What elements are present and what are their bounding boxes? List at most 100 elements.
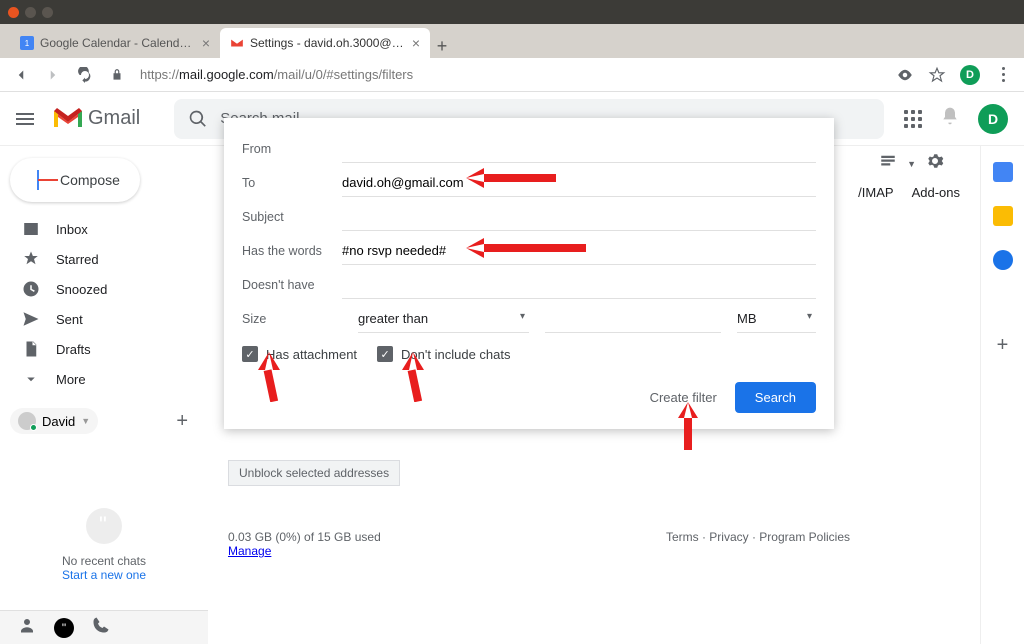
phone-tab-icon[interactable] xyxy=(92,616,110,639)
settings-tab-addons[interactable]: Add-ons xyxy=(912,185,960,200)
terms-link[interactable]: Terms xyxy=(666,530,699,544)
chevron-down-icon: ▼ xyxy=(81,416,90,426)
gmail-m-icon xyxy=(54,108,82,130)
hangouts-empty-state: No recent chats Start a new one xyxy=(0,508,208,582)
contacts-tab-icon[interactable] xyxy=(18,616,36,639)
storage-text: 0.03 GB (0%) of 15 GB used xyxy=(228,530,381,544)
calendar-favicon-icon: 1 xyxy=(20,36,34,50)
forward-button[interactable] xyxy=(44,66,62,84)
nav-label: Sent xyxy=(56,312,83,327)
address-bar[interactable]: https://mail.google.com/mail/u/0/#settin… xyxy=(140,67,882,82)
filter-doesnt-have-label: Doesn't have xyxy=(242,278,342,292)
browser-menu-button[interactable] xyxy=(994,66,1012,84)
footer-links: Terms · Privacy · Program Policies xyxy=(666,530,850,558)
url-domain: mail.google.com xyxy=(179,67,274,82)
main-menu-button[interactable] xyxy=(16,113,34,125)
no-chats-text: No recent chats xyxy=(0,554,208,568)
gmail-logo[interactable]: Gmail xyxy=(54,107,140,130)
google-apps-button[interactable] xyxy=(904,110,922,128)
filter-search-button[interactable]: Search xyxy=(735,382,816,413)
notifications-button[interactable] xyxy=(940,106,960,131)
browser-tab-strip: 1 Google Calendar - Calendar sett × Sett… xyxy=(0,24,1024,58)
footer: 0.03 GB (0%) of 15 GB used Manage Terms … xyxy=(228,530,960,558)
nav-label: Inbox xyxy=(56,222,88,237)
input-tools-dropdown-icon[interactable]: ▼ xyxy=(907,159,916,169)
compose-button[interactable]: Compose xyxy=(10,158,140,202)
create-filter-link[interactable]: Create filter xyxy=(650,390,717,405)
filter-subject-input[interactable] xyxy=(342,203,816,231)
hangouts-user-chip[interactable]: David ▼ xyxy=(10,408,98,434)
sidebar-item-inbox[interactable]: Inbox xyxy=(0,214,208,244)
tab-title: Google Calendar - Calendar sett xyxy=(40,36,196,50)
hangouts-footer: " xyxy=(0,610,208,644)
filter-subject-label: Subject xyxy=(242,210,342,224)
filter-doesnt-have-input[interactable] xyxy=(342,271,816,299)
chat-bubble-icon xyxy=(86,508,122,544)
sidebar-item-snoozed[interactable]: Snoozed xyxy=(0,274,208,304)
filter-has-words-input[interactable] xyxy=(342,237,816,265)
chats-tab-icon[interactable]: " xyxy=(54,618,74,638)
filter-has-words-label: Has the words xyxy=(242,244,342,258)
input-tools-button[interactable] xyxy=(879,152,897,175)
user-name: David xyxy=(42,414,75,429)
lock-icon xyxy=(108,66,126,84)
sidebar-item-drafts[interactable]: Drafts xyxy=(0,334,208,364)
filter-size-operator-select[interactable]: greater than xyxy=(358,305,529,333)
checkbox-label: Don't include chats xyxy=(401,347,510,362)
filter-size-value-input[interactable] xyxy=(545,305,721,333)
nav-label: Starred xyxy=(56,252,99,267)
unblock-addresses-button[interactable]: Unblock selected addresses xyxy=(228,460,400,486)
window-minimize-button[interactable] xyxy=(25,7,36,18)
start-chat-link[interactable]: Start a new one xyxy=(0,568,208,582)
addons-plus-icon[interactable]: + xyxy=(997,334,1009,357)
url-scheme: https:// xyxy=(140,67,179,82)
eye-icon[interactable] xyxy=(896,66,914,84)
nav-label: More xyxy=(56,372,86,387)
browser-tab-gmail-settings[interactable]: Settings - david.oh.3000@gma × xyxy=(220,28,430,58)
gmail-favicon-icon xyxy=(230,36,244,50)
account-avatar[interactable]: D xyxy=(978,104,1008,134)
dont-include-chats-checkbox[interactable]: Don't include chats xyxy=(377,346,510,362)
bookmark-star-icon[interactable] xyxy=(928,66,946,84)
tab-close-icon[interactable]: × xyxy=(202,35,210,51)
filter-to-input[interactable] xyxy=(342,169,816,197)
filter-size-label: Size xyxy=(242,312,342,326)
keep-addon-icon[interactable] xyxy=(993,206,1013,226)
sidebar-item-more[interactable]: More xyxy=(0,364,208,394)
profile-avatar[interactable]: D xyxy=(960,65,980,85)
filter-to-label: To xyxy=(242,176,342,190)
sidebar-item-starred[interactable]: Starred xyxy=(0,244,208,274)
tasks-addon-icon[interactable] xyxy=(993,250,1013,270)
search-icon xyxy=(188,109,208,129)
compose-label: Compose xyxy=(60,172,120,188)
checkbox-checked-icon xyxy=(242,346,258,362)
tab-close-icon[interactable]: × xyxy=(412,35,420,51)
sidebar-item-sent[interactable]: Sent xyxy=(0,304,208,334)
filter-size-unit-select[interactable]: MB xyxy=(737,305,816,333)
window-maximize-button[interactable] xyxy=(42,7,53,18)
privacy-link[interactable]: Privacy xyxy=(709,530,748,544)
new-tab-button[interactable]: + xyxy=(430,34,454,58)
compose-plus-icon xyxy=(28,170,48,190)
side-panel: + xyxy=(980,146,1024,644)
reload-button[interactable] xyxy=(76,66,94,84)
settings-gear-icon[interactable] xyxy=(926,152,944,175)
tab-title: Settings - david.oh.3000@gma xyxy=(250,36,406,50)
window-close-button[interactable] xyxy=(8,7,19,18)
sidebar: Compose Inbox Starred Snoozed Sent Draft… xyxy=(0,146,208,644)
back-button[interactable] xyxy=(12,66,30,84)
filter-from-label: From xyxy=(242,142,342,156)
add-contact-button[interactable]: + xyxy=(176,410,188,433)
browser-toolbar: https://mail.google.com/mail/u/0/#settin… xyxy=(0,58,1024,92)
browser-tab-calendar[interactable]: 1 Google Calendar - Calendar sett × xyxy=(10,28,220,58)
window-titlebar xyxy=(0,0,1024,24)
filter-from-input[interactable] xyxy=(342,135,816,163)
manage-storage-link[interactable]: Manage xyxy=(228,544,271,558)
settings-tab-imap[interactable]: /IMAP xyxy=(858,185,893,200)
search-filter-panel: From To Subject Has the words Doesn't ha… xyxy=(224,118,834,429)
has-attachment-checkbox[interactable]: Has attachment xyxy=(242,346,357,362)
checkbox-label: Has attachment xyxy=(266,347,357,362)
nav-label: Snoozed xyxy=(56,282,107,297)
calendar-addon-icon[interactable] xyxy=(993,162,1013,182)
policies-link[interactable]: Program Policies xyxy=(759,530,850,544)
